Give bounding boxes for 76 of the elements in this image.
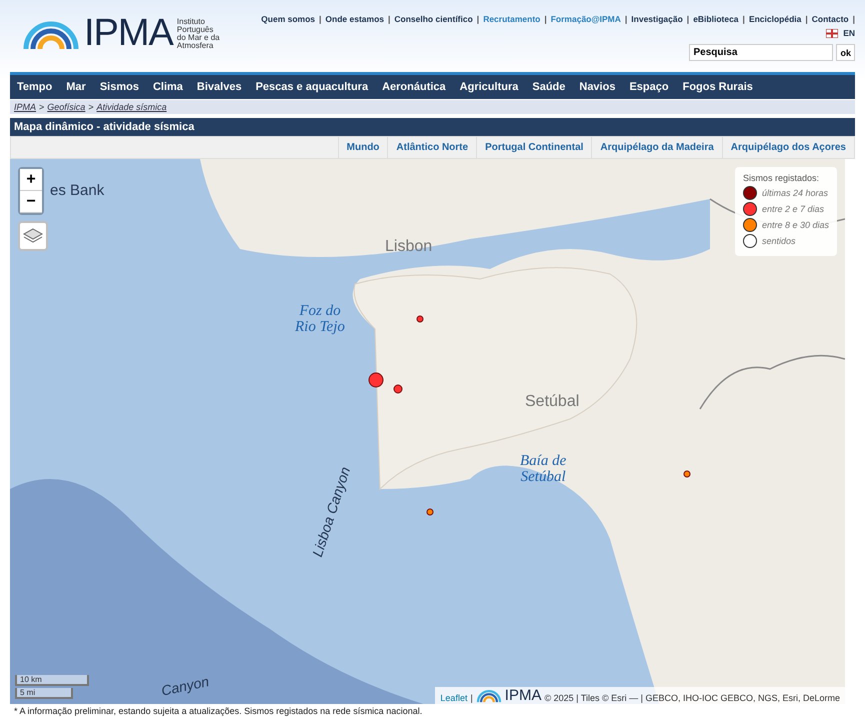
top-link[interactable]: Conselho científico bbox=[394, 14, 473, 24]
top-link[interactable]: Contacto bbox=[812, 14, 849, 24]
earthquake-marker[interactable] bbox=[393, 384, 403, 394]
attribution-logo-text: IPMA bbox=[504, 688, 542, 703]
top-link[interactable]: Quem somos bbox=[261, 14, 316, 24]
earthquake-marker[interactable] bbox=[416, 315, 424, 323]
legend-label: sentidos bbox=[762, 236, 796, 246]
flag-icon bbox=[826, 28, 838, 38]
map-label: es Bank bbox=[50, 183, 104, 199]
nav-item[interactable]: Navios bbox=[572, 81, 622, 93]
earthquake-marker[interactable] bbox=[683, 470, 691, 478]
leaflet-link[interactable]: Leaflet bbox=[440, 693, 468, 703]
breadcrumb-link[interactable]: Atividade sísmica bbox=[96, 102, 167, 112]
link-separator: | bbox=[852, 14, 855, 24]
earthquake-marker[interactable] bbox=[426, 508, 434, 516]
nav-item[interactable]: Aeronáutica bbox=[375, 81, 453, 93]
logo-wordmark: IPMA bbox=[84, 12, 173, 55]
nav-item[interactable]: Saúde bbox=[525, 81, 572, 93]
link-separator: | bbox=[742, 14, 745, 24]
nav-item[interactable]: Pescas e aquacultura bbox=[248, 81, 376, 93]
nav-item[interactable]: Sismos bbox=[92, 81, 146, 93]
link-separator: | bbox=[805, 14, 808, 24]
layers-button[interactable] bbox=[18, 221, 48, 251]
attribution-separator: | bbox=[470, 693, 473, 703]
map-label: Setúbal bbox=[525, 394, 580, 411]
layers-icon bbox=[23, 227, 43, 245]
map-label: Canyon bbox=[160, 674, 210, 698]
nav-item[interactable]: Agricultura bbox=[452, 81, 526, 93]
nav-item[interactable]: Tempo bbox=[10, 81, 60, 93]
region-tab[interactable]: Arquipélago da Madeira bbox=[591, 137, 722, 158]
map-label: Lisboa Canyon bbox=[310, 465, 353, 559]
scale-bar: 10 km bbox=[15, 675, 89, 686]
breadcrumb-separator: > bbox=[39, 102, 44, 112]
top-link[interactable]: Enciclopédia bbox=[748, 14, 802, 24]
breadcrumb-link[interactable]: Geofísica bbox=[47, 102, 86, 112]
scale-bar: 5 mi bbox=[15, 688, 73, 699]
search-field[interactable]: Pesquisa bbox=[689, 44, 834, 61]
search-button[interactable]: ok bbox=[836, 44, 855, 61]
nav-item[interactable]: Mar bbox=[59, 81, 93, 93]
zoom-out-button[interactable]: − bbox=[20, 191, 42, 213]
link-separator: | bbox=[319, 14, 322, 24]
top-link[interactable]: Recrutamento bbox=[483, 14, 540, 24]
nav-item[interactable]: Bivalves bbox=[190, 81, 249, 93]
panel-title: Mapa dinâmico - atividade sísmica bbox=[10, 118, 855, 136]
zoom-in-button[interactable]: + bbox=[20, 169, 42, 191]
earthquake-marker[interactable] bbox=[368, 372, 384, 388]
top-link[interactable]: Formação@IPMA bbox=[550, 14, 621, 24]
map-label: Foz do Rio Tejo bbox=[295, 304, 345, 336]
map-label: Baía de Setúbal bbox=[520, 454, 566, 486]
breadcrumb-separator: > bbox=[88, 102, 94, 112]
legend-label: entre 8 e 30 dias bbox=[762, 220, 829, 230]
legend-label: entre 2 e 7 dias bbox=[762, 204, 824, 214]
top-link[interactable]: Investigação bbox=[631, 14, 683, 24]
attribution-text: © 2025 | Tiles © Esri — | GEBCO, IHO-IOC GEBCO, NGS, Esri, DeLorme bbox=[544, 693, 840, 703]
nav-item[interactable]: Espaço bbox=[622, 81, 676, 93]
legend-label: últimas 24 horas bbox=[762, 188, 828, 198]
link-separator: | bbox=[624, 14, 628, 24]
logo-subtitle: Instituto Português do Mar e da Atmosfera bbox=[176, 18, 221, 50]
link-separator: | bbox=[476, 14, 480, 24]
nav-item[interactable]: Fogos Rurais bbox=[676, 81, 760, 93]
link-separator: | bbox=[388, 14, 390, 24]
nav-item[interactable]: Clima bbox=[146, 81, 190, 93]
footnote: * A informação preliminar, estando sujeita a atualizações. Sismos registados na rede sísmica nacional. bbox=[14, 706, 424, 716]
breadcrumb-link[interactable]: IPMA bbox=[14, 102, 36, 112]
legend-title: Sismos registados: bbox=[742, 173, 820, 183]
language-link[interactable]: EN bbox=[843, 28, 855, 38]
link-separator: | bbox=[544, 14, 547, 24]
region-tab[interactable]: Atlântico Norte bbox=[387, 137, 476, 158]
logo-icon bbox=[476, 688, 502, 703]
top-link[interactable]: eBiblioteca bbox=[693, 14, 739, 24]
region-tab[interactable]: Arquipélago dos Açores bbox=[722, 137, 854, 158]
region-tab[interactable]: Portugal Continental bbox=[476, 137, 592, 158]
link-separator: | bbox=[686, 14, 690, 24]
region-tab[interactable]: Mundo bbox=[338, 137, 388, 158]
top-link[interactable]: Onde estamos bbox=[325, 14, 384, 24]
map-label: Lisbon bbox=[385, 239, 432, 256]
